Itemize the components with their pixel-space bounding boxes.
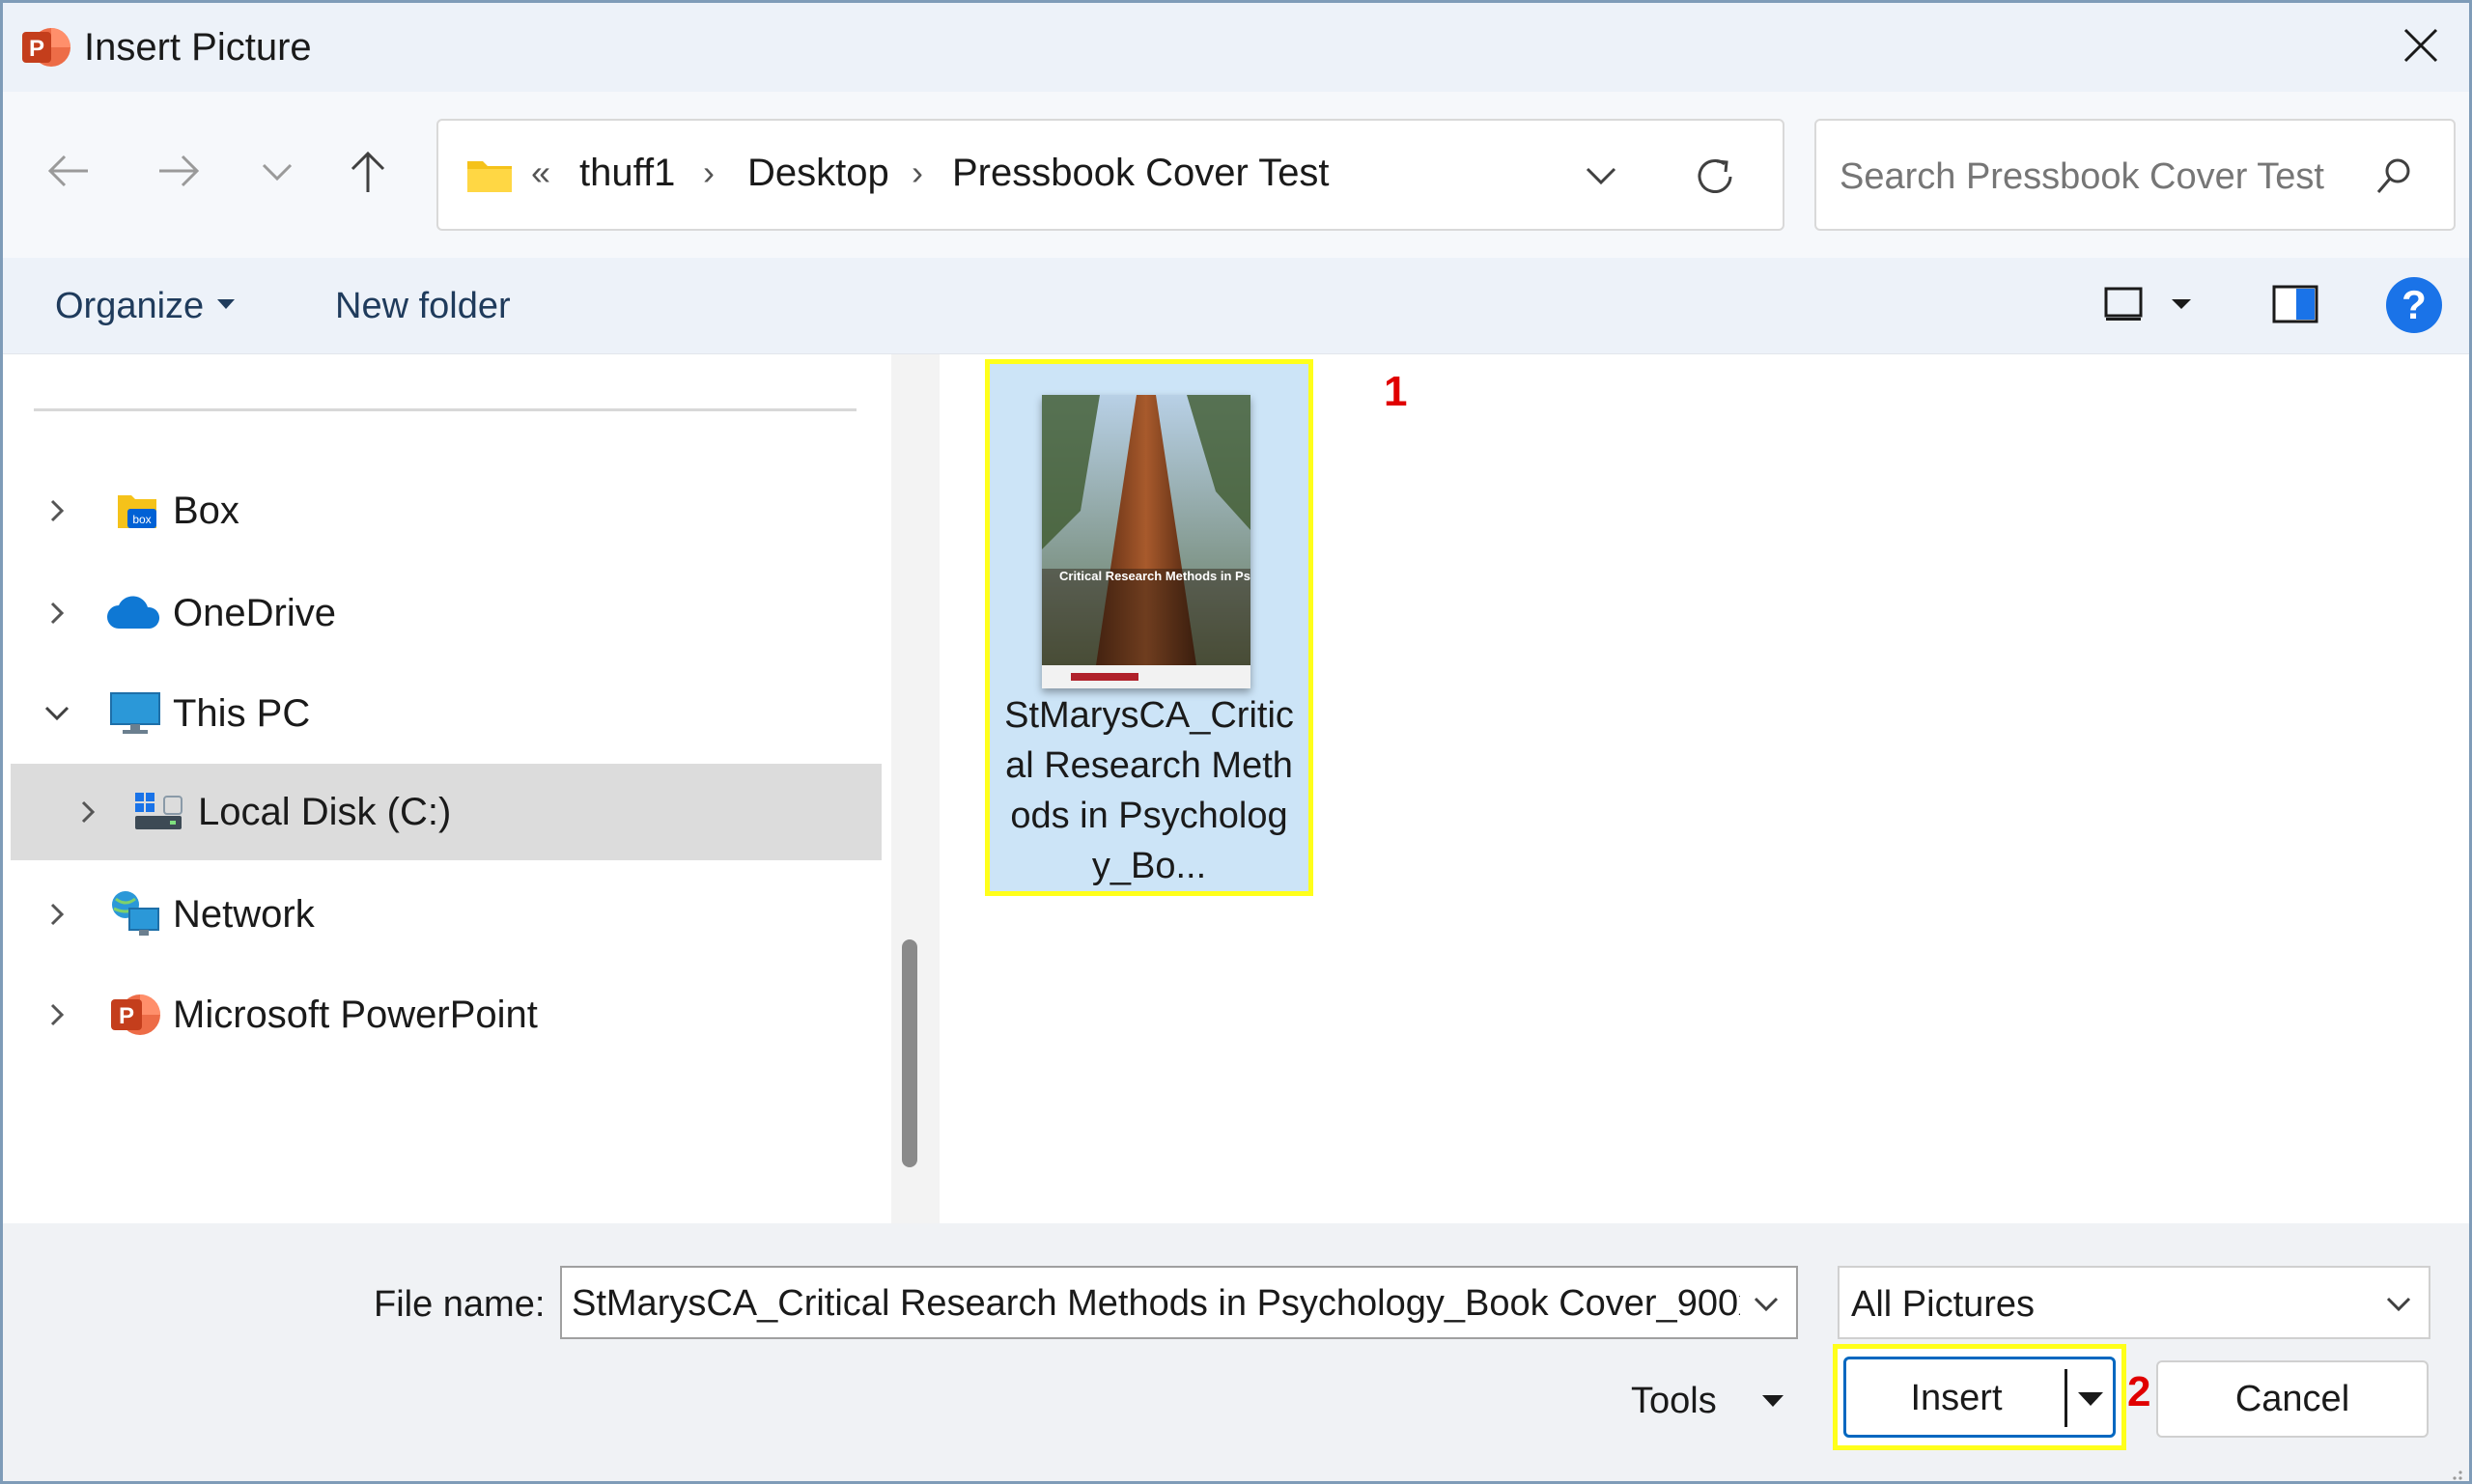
chevron-down-icon [260,159,295,187]
chevron-right-icon[interactable] [69,791,107,833]
breadcrumb-pressbook-cover-test[interactable]: Pressbook Cover Test [952,148,1330,198]
navigation-pane: box Box OneDrive This PC Local Disk (C:)… [3,354,884,1223]
address-dropdown-button[interactable] [1574,150,1628,204]
caret-down-icon [2170,296,2193,317]
chevron-right-icon[interactable] [38,893,76,936]
file-type-select[interactable]: All Pictures [1838,1266,2430,1339]
cancel-button[interactable]: Cancel [2156,1360,2429,1438]
sidebar-item-onedrive[interactable]: OneDrive [3,565,884,661]
address-bar[interactable]: « thuff1 › Desktop › Pressbook Cover Tes… [436,119,1784,231]
sidebar-item-label: Box [173,490,239,532]
file-type-value: All Pictures [1851,1284,2036,1325]
file-name-combobox[interactable] [560,1266,1798,1339]
chevron-down-icon [1584,163,1618,191]
title-bar: P Insert Picture [3,3,2469,92]
resize-grip-icon[interactable] [2446,1464,2463,1481]
search-input[interactable] [1840,150,2361,204]
close-icon [2402,26,2440,70]
step-marker-2: 2 [2127,1368,2151,1415]
help-button[interactable]: ? [2386,277,2442,333]
view-options-dropdown[interactable] [2162,279,2201,333]
folder-icon [465,155,514,194]
separator [34,408,857,411]
chevron-right-icon[interactable] [38,490,76,532]
insert-button[interactable]: Insert [1843,1357,2116,1438]
preview-pane-icon [2271,284,2319,329]
close-button[interactable] [2386,13,2456,82]
svg-text:box: box [132,513,151,526]
sidebar-item-label: Network [173,893,315,936]
dialog-title: Insert Picture [84,26,312,69]
insert-dropdown-caret-icon[interactable] [2078,1392,2103,1406]
arrow-left-icon [45,152,92,195]
arrow-up-icon [347,148,389,199]
breadcrumb-separator: › [912,153,923,192]
refresh-icon [1692,154,1738,205]
insert-button-highlight: Insert [1833,1344,2126,1450]
file-name-input[interactable] [572,1277,1740,1330]
step-marker-1: 1 [1384,368,1408,415]
organize-label: Organize [55,286,205,326]
sidebar-item-label: This PC [173,692,311,735]
refresh-button[interactable] [1686,150,1744,208]
sidebar-item-label: Microsoft PowerPoint [173,994,538,1036]
search-icon[interactable] [2371,154,2417,200]
preview-pane-button[interactable] [2266,279,2324,333]
navigation-pane-scrollbar[interactable] [891,354,940,1223]
powerpoint-icon: P [22,24,70,70]
file-name-label: File name: [374,1284,546,1325]
caret-down-icon [217,298,236,309]
up-button[interactable] [337,142,399,204]
sidebar-item-local-disk[interactable]: Local Disk (C:) [11,764,882,860]
dialog-footer: File name: All Pictures Tools Insert 2 C… [3,1223,2469,1481]
file-name-label: StMarysCA_Critical Research Methods in P… [1004,695,1294,886]
file-item[interactable]: Critical Research Methods in Psychology … [985,359,1313,896]
sidebar-item-this-pc[interactable]: This PC [3,665,884,762]
recent-locations-button[interactable] [246,142,308,204]
tools-menu[interactable]: Tools [1631,1376,1717,1426]
sidebar-item-label: Local Disk (C:) [198,791,452,833]
change-view-button[interactable] [2094,279,2152,333]
powerpoint-icon: P [107,988,163,1042]
command-bar: Organize New folder ? [3,258,2469,354]
organize-menu[interactable]: Organize [55,283,236,329]
svg-text:P: P [29,36,44,62]
monitor-icon [107,686,163,741]
split-divider [2065,1369,2067,1427]
file-thumbnail: Critical Research Methods in Psychology [1042,395,1250,688]
back-button[interactable] [38,142,99,204]
sidebar-item-box[interactable]: box Box [3,462,884,559]
network-icon [107,887,163,941]
arrow-right-icon [155,152,202,195]
search-box[interactable] [1814,119,2456,231]
cloud-icon [105,586,161,640]
overflow-chevron[interactable]: « [531,150,550,196]
sidebar-item-microsoft-powerpoint[interactable]: P Microsoft PowerPoint [3,966,884,1063]
chevron-down-icon[interactable] [1750,1289,1783,1318]
view-icon [2102,285,2145,328]
thumbnail-title: Critical Research Methods in Psychology [1059,569,1250,583]
chevron-down-icon[interactable] [2382,1289,2415,1318]
caret-down-icon[interactable] [1762,1395,1784,1407]
breadcrumb-desktop[interactable]: Desktop [747,148,889,198]
sidebar-item-network[interactable]: Network [3,866,884,963]
breadcrumb-thuff1[interactable]: thuff1 [579,148,675,198]
forward-button[interactable] [148,142,210,204]
breadcrumb-separator: › [703,153,715,192]
navigation-bar: « thuff1 › Desktop › Pressbook Cover Tes… [3,92,2469,258]
svg-text:P: P [119,1003,134,1029]
sidebar-item-label: OneDrive [173,592,336,634]
box-folder-icon: box [109,484,165,538]
scrollbar-thumb[interactable] [902,939,917,1167]
file-list: Critical Research Methods in Psychology … [940,354,2469,1223]
insert-label: Insert [1910,1378,2003,1418]
chevron-down-icon[interactable] [38,692,76,735]
insert-picture-dialog: P Insert Picture « thuff1 › Desktop › Pr… [0,0,2472,1484]
drive-icon [130,785,186,839]
chevron-right-icon[interactable] [38,994,76,1036]
new-folder-button[interactable]: New folder [335,283,511,329]
chevron-right-icon[interactable] [38,592,76,634]
